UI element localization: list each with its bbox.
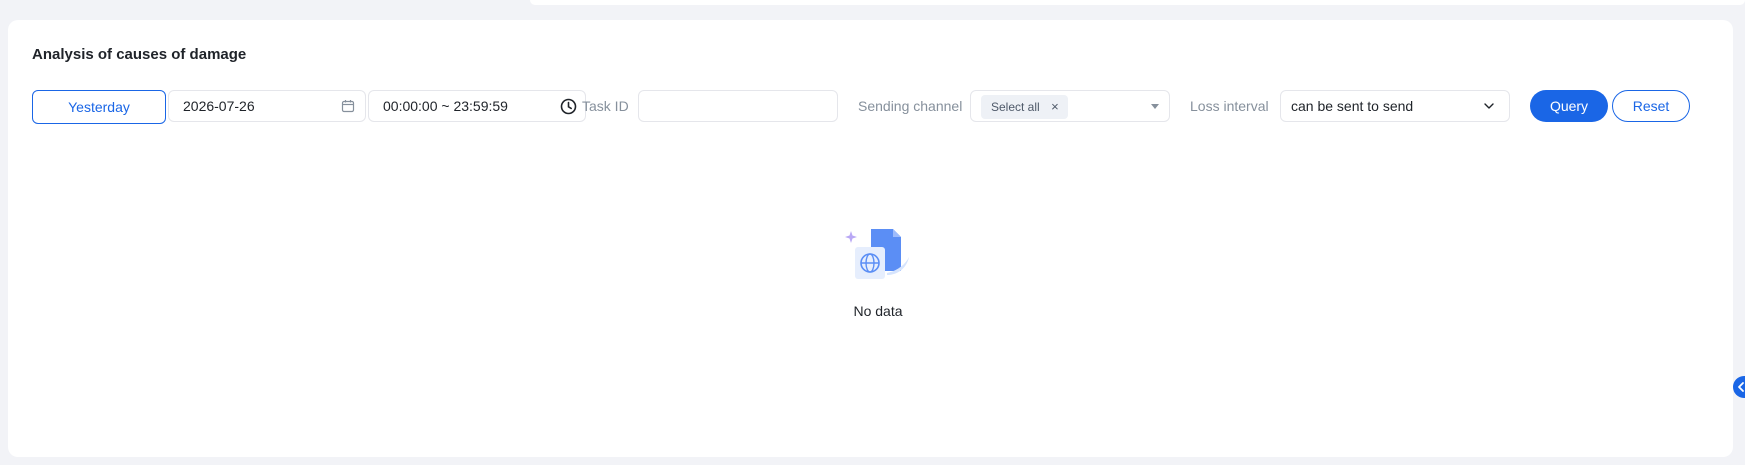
previous-card-edge (530, 0, 1745, 5)
query-button[interactable]: Query (1530, 90, 1608, 122)
task-id-input[interactable] (638, 90, 838, 122)
filter-bar: Yesterday 2026-07-26 00:00:00 ~ 23:59:59… (32, 90, 1712, 124)
time-range-picker[interactable]: 00:00:00 ~ 23:59:59 (368, 90, 586, 122)
loss-interval-label: Loss interval (1190, 98, 1269, 114)
loss-interval-value: can be sent to send (1291, 98, 1414, 114)
close-icon[interactable]: × (1051, 95, 1059, 119)
loss-interval-select[interactable]: can be sent to send (1280, 90, 1510, 122)
date-value: 2026-07-26 (183, 98, 255, 114)
panel-title: Analysis of causes of damage (32, 46, 247, 63)
task-id-label: Task ID (582, 98, 629, 114)
no-data-text: No data (853, 303, 903, 319)
sending-channel-label: Sending channel (858, 98, 963, 114)
selected-channel-tag: Select all × (981, 95, 1068, 119)
calendar-icon (341, 100, 355, 113)
selected-channel-tag-label: Select all (991, 100, 1040, 114)
chevron-down-icon (1484, 103, 1494, 109)
yesterday-button[interactable]: Yesterday (32, 90, 166, 124)
chevron-left-icon (1738, 382, 1744, 392)
empty-state: No data (828, 225, 928, 319)
clock-icon (560, 98, 577, 115)
side-panel-toggle[interactable] (1733, 376, 1745, 398)
no-data-illustration (845, 229, 909, 279)
caret-down-icon (1151, 104, 1159, 109)
date-picker[interactable]: 2026-07-26 (168, 90, 366, 122)
reset-button[interactable]: Reset (1612, 90, 1690, 122)
sending-channel-select[interactable]: Select all × (970, 90, 1170, 122)
damage-analysis-panel: Analysis of causes of damage Yesterday 2… (8, 20, 1733, 457)
time-range-value: 00:00:00 ~ 23:59:59 (383, 98, 508, 114)
